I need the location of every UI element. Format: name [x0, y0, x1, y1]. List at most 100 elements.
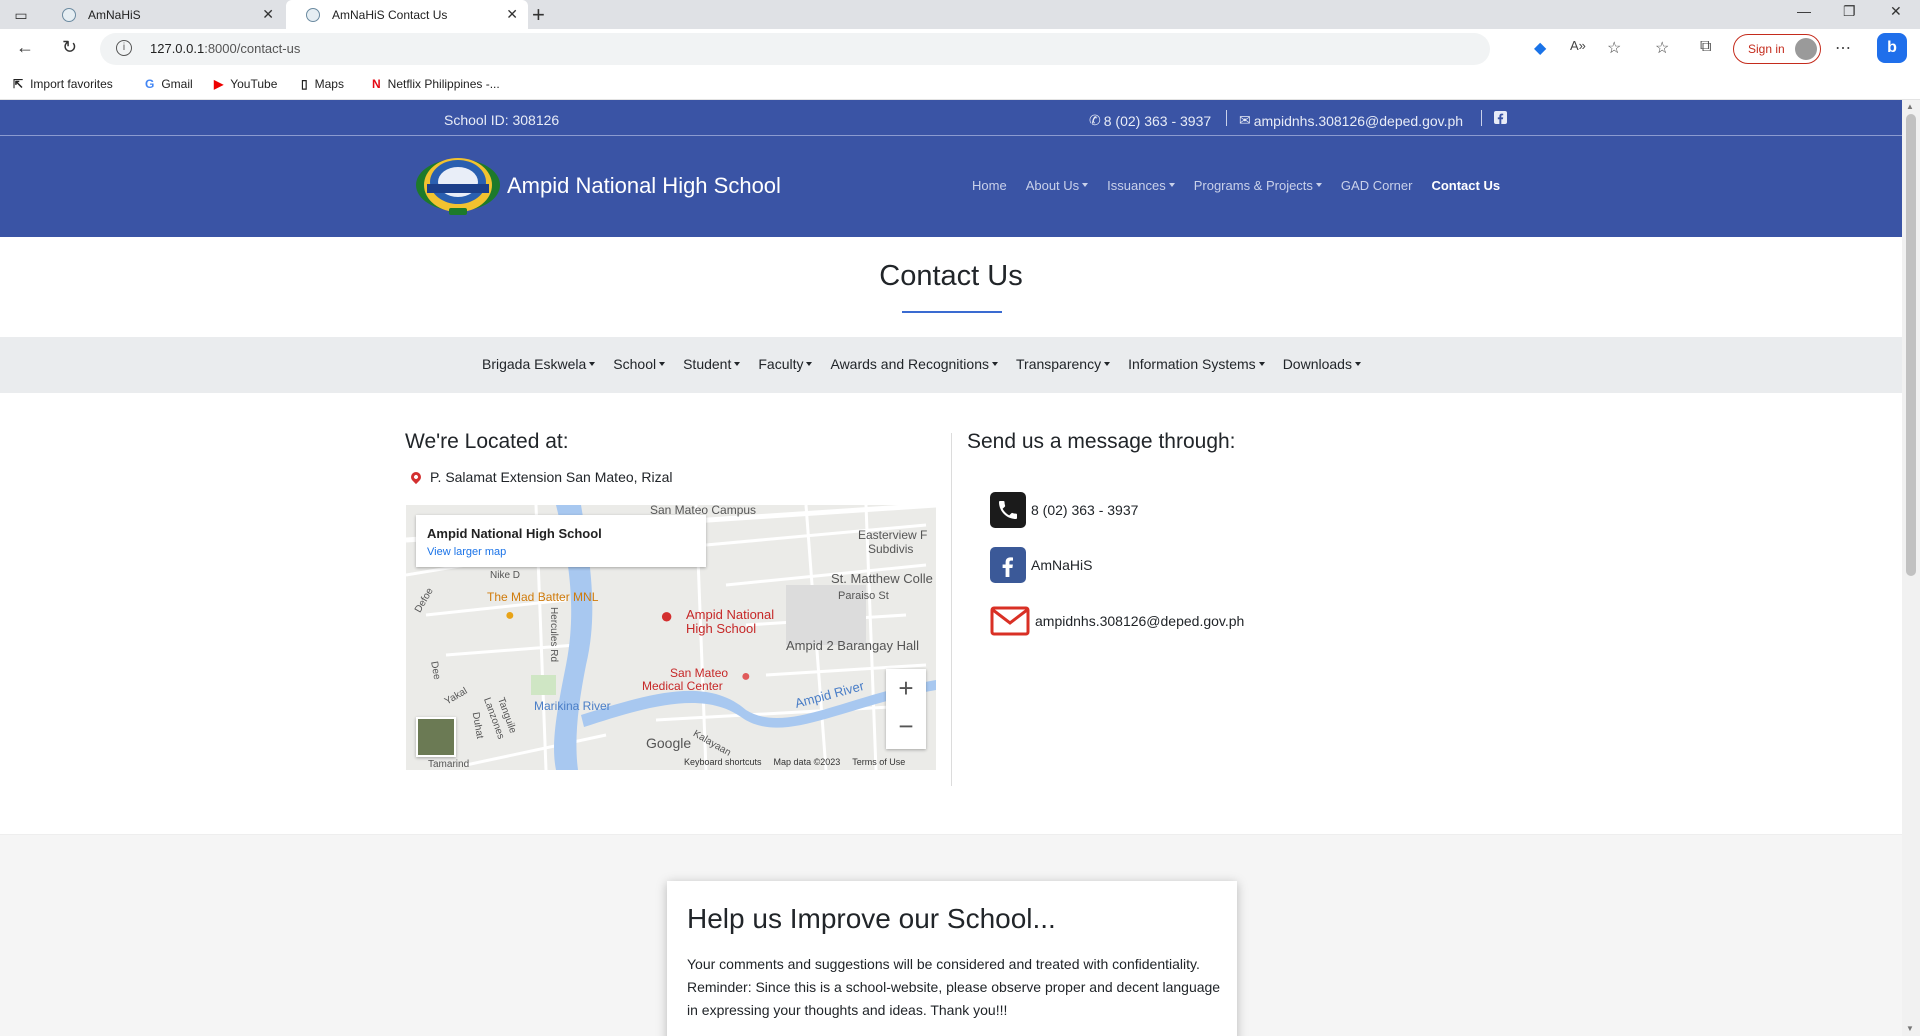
site-favicon-icon	[62, 7, 76, 22]
google-map-embed[interactable]: Ampid National High School View larger m…	[406, 505, 936, 770]
hospital-icon: ●	[741, 668, 751, 685]
bookmark-maps[interactable]: ▯ Maps	[301, 77, 344, 91]
site-favicon-icon	[306, 7, 320, 22]
contact-email[interactable]: ampidnhs.308126@deped.gov.ph	[990, 603, 1244, 639]
close-tab-icon[interactable]: ✕	[262, 6, 274, 23]
zoom-in-icon[interactable]: +	[886, 673, 926, 704]
url-text: 127.0.0.1:8000/contact-us	[150, 41, 301, 56]
keyboard-shortcuts-link[interactable]: Keyboard shortcuts	[684, 757, 762, 767]
map-marker-icon: ●	[660, 603, 674, 628]
location-heading: We're Located at:	[405, 430, 569, 453]
view-larger-map-link[interactable]: View larger map	[427, 546, 506, 558]
nav-programs-projects[interactable]: Programs & Projects	[1194, 178, 1322, 193]
bookmark-import-favorites[interactable]: ⇱ Import favorites	[13, 77, 113, 91]
zoom-out-icon[interactable]: −	[886, 711, 926, 742]
map-label: San Mateo Campus	[650, 505, 757, 517]
title-underline	[902, 311, 1002, 313]
minimize-icon[interactable]: —	[1797, 3, 1811, 19]
map-label: Paraiso St	[838, 590, 889, 602]
youtube-icon: ▶	[214, 77, 224, 91]
divider	[1226, 110, 1227, 126]
back-arrow-icon[interactable]: ←	[16, 37, 34, 58]
subnav-information-systems[interactable]: Information Systems	[1128, 356, 1265, 372]
column-divider	[951, 433, 952, 786]
google-icon: G	[145, 77, 155, 91]
restore-icon[interactable]: ❐	[1843, 3, 1856, 20]
map-label: St. Matthew Colle	[831, 571, 933, 586]
map-label: Marikina River	[534, 699, 611, 713]
close-tab-icon[interactable]: ✕	[506, 6, 518, 23]
import-icon: ⇱	[13, 77, 24, 91]
divider	[1481, 110, 1482, 126]
netflix-icon: N	[372, 77, 381, 91]
satellite-toggle[interactable]	[416, 717, 456, 757]
top-info-bar: School ID: 308126 ✆ 8 (02) 363 - 3937 ✉ …	[0, 100, 1902, 136]
new-tab-button[interactable]: +	[532, 2, 545, 28]
main-nav-links: Home About Us Issuances Programs & Proje…	[972, 178, 1519, 193]
bookmark-netflix[interactable]: N Netflix Philippines -...	[372, 77, 500, 91]
refresh-icon[interactable]: ↻	[62, 37, 77, 58]
subnav-faculty[interactable]: Faculty	[758, 356, 812, 372]
map-label: Hercules Rd	[548, 606, 560, 663]
map-label: Medical Center	[642, 679, 723, 693]
scroll-up-icon[interactable]: ▲	[1906, 102, 1914, 111]
school-logo[interactable]	[413, 152, 503, 218]
envelope-icon	[990, 603, 1030, 639]
subnav-student[interactable]: Student	[683, 356, 740, 372]
web-page: School ID: 308126 ✆ 8 (02) 363 - 3937 ✉ …	[0, 100, 1902, 1036]
contact-facebook[interactable]: AmNaHiS	[990, 547, 1092, 583]
bing-copilot-icon[interactable]: b	[1877, 33, 1907, 63]
bookmark-youtube[interactable]: ▶ YouTube	[214, 77, 277, 91]
shopping-tag-icon[interactable]: ◆	[1534, 38, 1546, 58]
nav-home[interactable]: Home	[972, 178, 1007, 193]
map-footer: Keyboard shortcuts Map data ©2023 Terms …	[684, 757, 917, 767]
profile-avatar-icon	[1795, 38, 1817, 60]
subnav-awards[interactable]: Awards and Recognitions	[830, 356, 998, 372]
map-label: Nike D	[490, 570, 521, 581]
add-favorite-icon[interactable]: ☆	[1607, 38, 1621, 58]
map-pin-icon	[408, 469, 424, 485]
nav-contact-us[interactable]: Contact Us	[1431, 178, 1500, 193]
map-zoom-controls: + −	[886, 669, 926, 749]
map-label: High School	[686, 621, 757, 636]
map-label: Ampid National	[686, 607, 775, 622]
read-aloud-icon[interactable]: A»	[1570, 38, 1586, 53]
main-navbar: Ampid National High School Home About Us…	[0, 136, 1902, 237]
collections-icon[interactable]: ⧉	[1700, 38, 1711, 56]
sign-in-button[interactable]: Sign in	[1733, 34, 1821, 64]
topbar-phone[interactable]: ✆ 8 (02) 363 - 3937	[1089, 112, 1211, 129]
topbar-email[interactable]: ✉ ampidnhs.308126@deped.gov.ph	[1239, 112, 1463, 129]
map-label: Tamarind	[428, 759, 470, 770]
nav-gad-corner[interactable]: GAD Corner	[1341, 178, 1413, 193]
subnav-downloads[interactable]: Downloads	[1283, 356, 1361, 372]
browser-tab-1[interactable]: AmNaHiS ✕	[42, 0, 284, 29]
facebook-icon	[990, 547, 1026, 583]
nav-issuances[interactable]: Issuances	[1107, 178, 1175, 193]
favorites-icon[interactable]: ☆	[1655, 38, 1669, 58]
envelope-icon: ✉	[1239, 112, 1251, 128]
scroll-thumb[interactable]	[1906, 114, 1916, 576]
subnav-transparency[interactable]: Transparency	[1016, 356, 1110, 372]
site-info-icon[interactable]: i	[116, 40, 132, 56]
sign-in-label: Sign in	[1748, 42, 1785, 56]
terms-of-use-link[interactable]: Terms of Use	[852, 757, 905, 767]
nav-about-us[interactable]: About Us	[1026, 178, 1088, 193]
url-field[interactable]: i 127.0.0.1:8000/contact-us	[100, 33, 1490, 65]
feedback-text: Your comments and suggestions will be co…	[687, 956, 1221, 1018]
tab-actions-icon[interactable]: ▭	[10, 5, 32, 25]
scroll-down-icon[interactable]: ▼	[1906, 1024, 1914, 1033]
bookmark-gmail[interactable]: G Gmail	[145, 77, 193, 91]
map-place-name: Ampid National High School	[427, 526, 602, 541]
more-options-icon[interactable]: ⋯	[1835, 38, 1851, 58]
school-id: School ID: 308126	[444, 112, 560, 128]
facebook-icon[interactable]	[1494, 111, 1507, 124]
subnav-brigada-eskwela[interactable]: Brigada Eskwela	[482, 356, 595, 372]
subnav-school[interactable]: School	[613, 356, 665, 372]
close-window-icon[interactable]: ✕	[1890, 3, 1902, 20]
phone-icon: ✆	[1089, 112, 1101, 128]
page-scrollbar[interactable]: ▲ ▼	[1902, 100, 1920, 1036]
contact-phone[interactable]: 8 (02) 363 - 3937	[990, 492, 1138, 528]
tab-title: AmNaHiS Contact Us	[332, 7, 448, 22]
brand-name[interactable]: Ampid National High School	[507, 173, 781, 199]
browser-tab-2[interactable]: AmNaHiS Contact Us ✕	[286, 0, 528, 29]
